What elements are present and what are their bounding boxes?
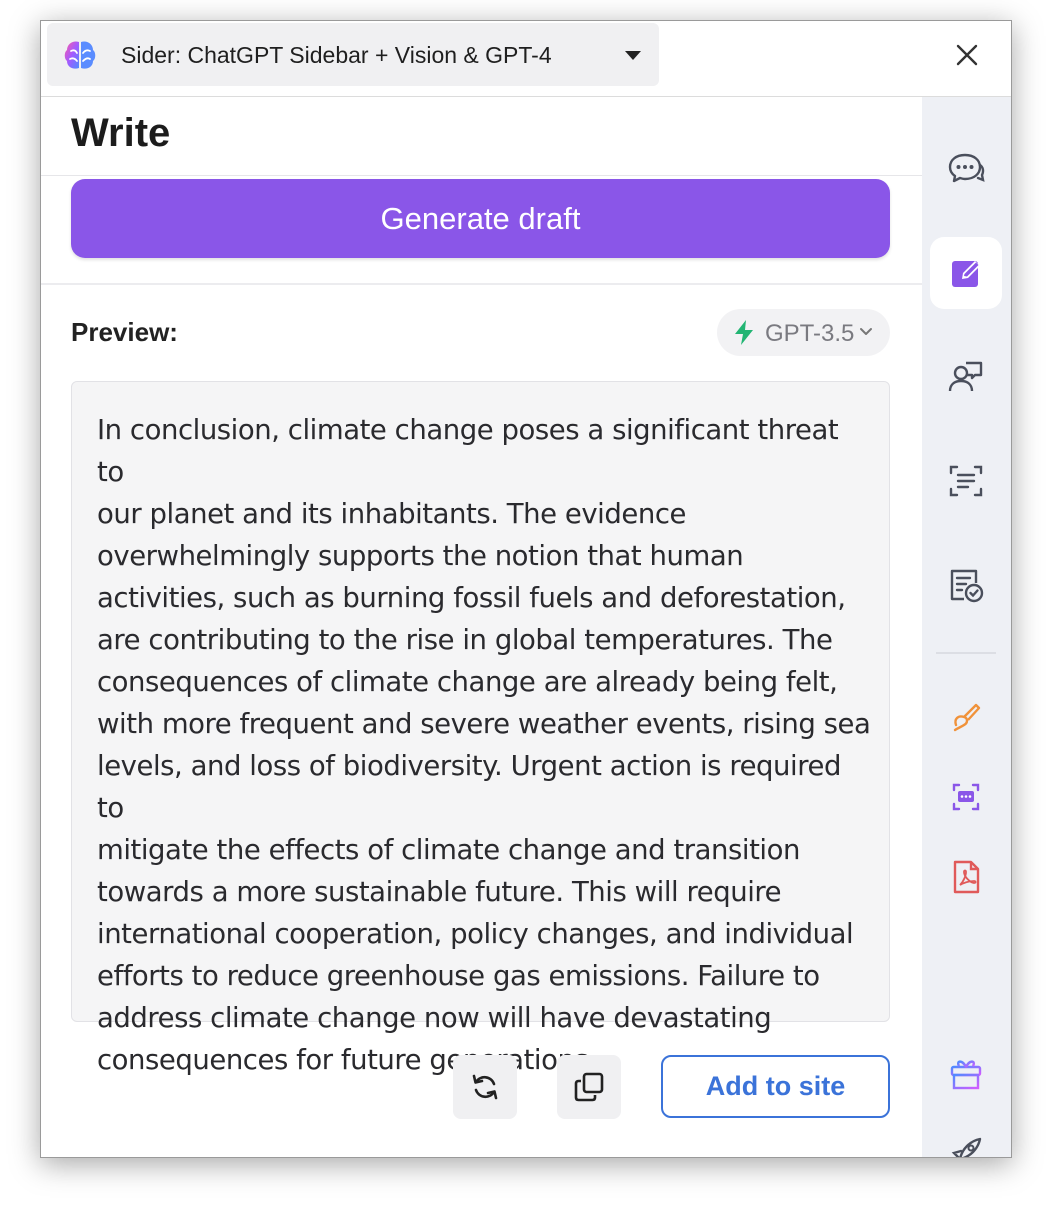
chevron-down-icon	[860, 328, 872, 335]
gift-icon	[950, 1060, 982, 1090]
right-rail	[922, 97, 1011, 1157]
preview-box: In conclusion, climate change poses a si…	[71, 381, 890, 1076]
user-chat-icon	[948, 361, 983, 392]
divider	[41, 283, 922, 285]
chat-icon	[948, 153, 985, 183]
refresh-icon	[472, 1074, 498, 1100]
bolt-icon	[735, 320, 753, 345]
checklist-icon	[950, 569, 984, 603]
bracket-chat-icon	[952, 783, 980, 811]
rail-divider	[936, 652, 996, 654]
divider	[41, 175, 922, 176]
rail-item-chat[interactable]	[930, 133, 1002, 205]
title-bar: Sider: ChatGPT Sidebar + Vision & GPT-4	[41, 21, 1011, 97]
brain-logo-icon	[64, 41, 96, 69]
preview-label: Preview:	[71, 317, 178, 347]
rail-item-brush[interactable]	[930, 681, 1002, 753]
write-icon	[952, 261, 980, 287]
scan-text-icon	[949, 465, 983, 497]
rail-item-pdf[interactable]	[930, 841, 1002, 913]
caret-down-icon[interactable]	[625, 51, 641, 60]
rail-item-checklist[interactable]	[930, 549, 1002, 621]
copy-button[interactable]	[557, 1055, 621, 1119]
model-label: GPT-3.5	[765, 320, 855, 347]
generate-draft-button[interactable]: Generate draft	[71, 179, 890, 258]
brush-icon	[953, 703, 981, 732]
extension-selector[interactable]: Sider: ChatGPT Sidebar + Vision & GPT-4	[47, 23, 659, 86]
write-panel: Write Generate draft Preview: GPT-3.5 In…	[41, 97, 922, 1157]
rocket-icon	[951, 1137, 982, 1157]
close-icon[interactable]	[953, 41, 981, 69]
rail-item-write[interactable]	[930, 237, 1002, 309]
regenerate-button[interactable]	[453, 1055, 517, 1119]
extension-title: Sider: ChatGPT Sidebar + Vision & GPT-4	[121, 42, 552, 68]
rail-item-rocket[interactable]	[930, 1117, 1002, 1157]
sider-window: Sider: ChatGPT Sidebar + Vision & GPT-4 …	[40, 20, 1012, 1158]
page-title: Write	[71, 111, 171, 155]
add-to-site-button[interactable]: Add to site	[661, 1055, 890, 1118]
rail-item-gift[interactable]	[930, 1037, 1002, 1109]
copy-icon	[574, 1072, 604, 1102]
pdf-icon	[953, 860, 980, 894]
preview-text: In conclusion, climate change poses a si…	[97, 414, 871, 1076]
rail-item-bracket-chat[interactable]	[930, 761, 1002, 833]
rail-item-user-chat[interactable]	[930, 341, 1002, 413]
rail-item-scan-text[interactable]	[930, 445, 1002, 517]
model-selector[interactable]: GPT-3.5	[717, 309, 890, 356]
